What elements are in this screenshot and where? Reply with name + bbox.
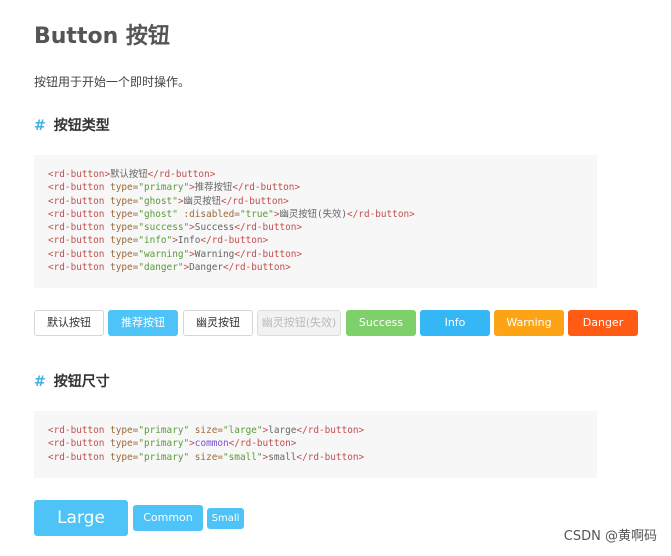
code-token-attr: type= <box>110 222 139 234</box>
code-token-tag: </rd-button> <box>234 248 303 260</box>
code-token-tag: </rd-button> <box>221 195 289 207</box>
anchor-hash-icon[interactable]: # <box>34 118 46 134</box>
page-description: 按钮用于开始一个即时操作。 <box>34 75 191 89</box>
code-token-tag: <rd-button <box>48 222 111 234</box>
anchor-hash-icon[interactable]: # <box>34 374 46 390</box>
code-block-sizes: <rd-button type="primary" size="large">l… <box>34 411 597 478</box>
success-button[interactable]: Success <box>346 310 416 336</box>
code-token-attr: type= <box>110 262 139 274</box>
section-heading-sizes: # 按钮尺寸 <box>34 372 110 392</box>
code-token-tag: <rd-button <box>48 425 111 436</box>
code-token-tag: <rd-button> <box>48 169 111 180</box>
code-line: <rd-button type="ghost">幽灵按钮</rd-button> <box>48 195 597 208</box>
code-token-text: 默认按钮 <box>110 169 148 180</box>
code-line: <rd-button type="ghost" :disabled="true"… <box>48 208 597 221</box>
code-token-text: Success <box>194 222 235 234</box>
code-block-types: <rd-button>默认按钮</rd-button> <rd-button ty… <box>34 155 597 288</box>
code-token-tag: </rd-button> <box>347 208 415 220</box>
code-token-attr: type= <box>110 182 139 194</box>
info-button[interactable]: Info <box>420 310 490 336</box>
large-button[interactable]: Large <box>34 500 128 536</box>
code-line: <rd-button type="warning">Warning</rd-bu… <box>48 248 597 261</box>
code-token-attr: :disabled= <box>177 208 240 220</box>
warning-button[interactable]: Warning <box>494 310 564 336</box>
code-line: <rd-button type="primary" size="large">l… <box>48 424 597 437</box>
code-token-val: "danger" <box>138 262 184 274</box>
code-token-tag: <rd-button <box>48 438 111 450</box>
code-token-text: small <box>268 451 297 463</box>
code-token-attr: type= <box>110 235 139 247</box>
code-token-attr: type= <box>110 438 139 450</box>
code-token-textblue: common <box>194 438 229 450</box>
code-line: <rd-button type="success">Success</rd-bu… <box>48 221 597 234</box>
code-token-text: 幽灵按钮 <box>183 195 222 207</box>
code-token-val: "warning" <box>138 248 190 260</box>
code-token-val: "small" <box>223 451 263 463</box>
code-token-val: "primary" <box>138 438 190 450</box>
code-line: <rd-button type="primary">common</rd-but… <box>48 437 597 450</box>
small-button[interactable]: Small <box>207 508 244 529</box>
code-token-tag: <rd-button <box>48 262 111 274</box>
code-token-val: "true" <box>239 208 274 220</box>
section-heading-sizes-label: 按钮尺寸 <box>53 374 110 390</box>
ghost-button[interactable]: 幽灵按钮 <box>183 310 253 336</box>
code-line: <rd-button type="info">Info</rd-button> <box>48 234 597 247</box>
code-token-val: "info" <box>138 235 173 247</box>
code-token-attr: type= <box>110 208 139 220</box>
code-line: <rd-button>默认按钮</rd-button> <box>48 168 597 181</box>
code-token-val: "primary" <box>138 451 190 463</box>
code-token-text: Warning <box>194 248 235 260</box>
code-token-text: large <box>268 425 297 436</box>
code-token-text: Info <box>177 235 201 247</box>
code-token-tag: </rd-button> <box>296 425 365 436</box>
code-line: <rd-button type="danger">Danger</rd-butt… <box>48 261 597 274</box>
code-token-tag: <rd-button <box>48 451 111 463</box>
code-token-val: "ghost" <box>138 208 178 220</box>
code-token-val: "primary" <box>138 182 190 194</box>
code-token-val: "primary" <box>138 425 190 436</box>
code-token-tag: </rd-button> <box>147 169 216 180</box>
code-token-text: 推荐按钮 <box>194 182 233 194</box>
code-token-attr: type= <box>110 248 139 260</box>
code-token-val: "success" <box>138 222 190 234</box>
code-token-val: "ghost" <box>138 195 178 207</box>
code-token-attr: size= <box>189 425 224 436</box>
code-token-text: 幽灵按钮(失效) <box>279 208 348 220</box>
code-token-tag: </rd-button> <box>223 262 291 274</box>
code-token-tag: <rd-button <box>48 182 111 194</box>
code-token-attr: type= <box>110 451 139 463</box>
code-token-attr: type= <box>110 195 139 207</box>
common-button[interactable]: Common <box>133 505 203 531</box>
code-token-tag: </rd-button> <box>234 222 303 234</box>
section-heading-types-label: 按钮类型 <box>53 118 110 134</box>
code-token-tag: <rd-button <box>48 208 111 220</box>
code-token-attr: type= <box>110 425 139 436</box>
code-line: <rd-button type="primary" size="small">s… <box>48 451 597 464</box>
code-token-attr: size= <box>189 451 224 463</box>
ghost-disabled-button: 幽灵按钮(失效) <box>257 310 341 336</box>
code-token-tag: </rd-button> <box>200 235 269 247</box>
watermark: CSDN @黄啊码 <box>563 529 657 544</box>
danger-button[interactable]: Danger <box>568 310 638 336</box>
code-token-tag: </rd-button> <box>228 438 297 450</box>
code-token-val: "large" <box>223 425 263 436</box>
section-heading-types: # 按钮类型 <box>34 116 110 136</box>
code-token-tag: </rd-button> <box>232 182 301 194</box>
code-token-tag: <rd-button <box>48 248 111 260</box>
default-button[interactable]: 默认按钮 <box>34 310 104 336</box>
page: Button 按钮 按钮用于开始一个即时操作。 # 按钮类型 <rd-button… <box>0 0 671 556</box>
code-token-tag: <rd-button <box>48 195 111 207</box>
code-token-tag: <rd-button <box>48 235 111 247</box>
primary-button[interactable]: 推荐按钮 <box>108 310 178 336</box>
code-token-tag: </rd-button> <box>296 451 365 463</box>
page-title: Button 按钮 <box>34 24 170 49</box>
code-line: <rd-button type="primary">推荐按钮</rd-butto… <box>48 181 597 194</box>
code-token-text: Danger <box>189 262 224 274</box>
